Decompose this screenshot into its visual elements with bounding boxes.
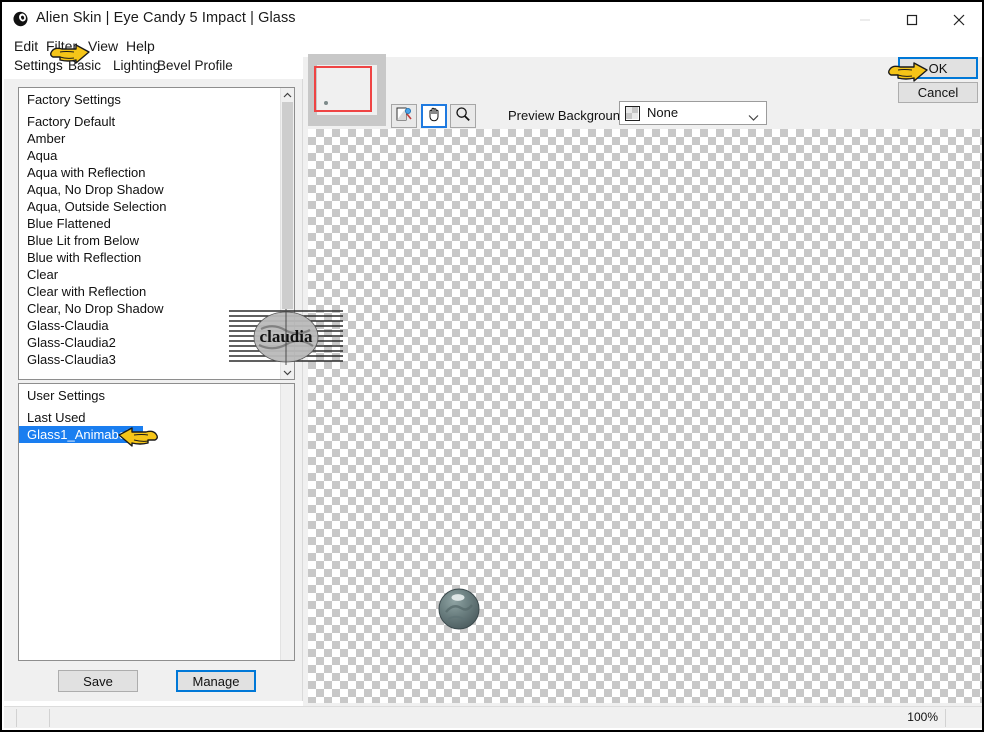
navigator-object-dot — [324, 101, 328, 105]
list-item-selected[interactable]: Glass1_Animabelle — [19, 426, 144, 443]
tab-bevel-profile[interactable]: Bevel Profile — [151, 57, 239, 74]
navigator-viewport-rect[interactable] — [314, 66, 372, 112]
list-item[interactable]: Glass-Claudia3 — [19, 351, 280, 368]
tab-basic[interactable]: Basic — [62, 57, 107, 74]
save-button[interactable]: Save — [58, 670, 138, 692]
title-bar: Alien Skin | Eye Candy 5 Impact | Glass — [4, 4, 982, 35]
preview-canvas[interactable] — [308, 129, 982, 703]
preview-background-value: None — [647, 105, 679, 120]
list-item[interactable]: Blue with Reflection — [19, 249, 280, 266]
close-button[interactable] — [936, 6, 982, 34]
preview-background-select[interactable]: None — [619, 101, 767, 125]
factory-settings-header: Factory Settings — [27, 92, 121, 107]
list-item[interactable]: Clear, No Drop Shadow — [19, 300, 280, 317]
zoom-level-indicator: 100% — [907, 710, 938, 724]
status-bar: 100% — [4, 706, 982, 728]
list-item[interactable]: Glass-Claudia — [19, 317, 280, 334]
menu-item-help[interactable]: Help — [122, 36, 159, 56]
manage-button[interactable]: Manage — [176, 670, 256, 692]
preview-toggle-tool-button[interactable] — [391, 104, 417, 128]
cancel-button[interactable]: Cancel — [898, 82, 978, 103]
alien-skin-logo-icon — [12, 10, 30, 28]
list-item[interactable]: Clear — [19, 266, 280, 283]
hand-tool-button[interactable] — [421, 104, 447, 128]
glass-sphere-preview — [438, 588, 480, 630]
checkerboard-swatch-icon — [625, 106, 640, 121]
color-picker-preview-icon — [396, 106, 413, 127]
menu-item-edit[interactable]: Edit — [10, 36, 42, 56]
hand-icon — [426, 106, 442, 127]
chevron-down-icon[interactable] — [748, 109, 759, 127]
scroll-down-icon[interactable] — [281, 365, 294, 379]
list-item[interactable]: Glass-Claudia2 — [19, 334, 280, 351]
window-title: Alien Skin | Eye Candy 5 Impact | Glass — [36, 10, 296, 26]
tab-settings[interactable]: Settings — [8, 57, 69, 76]
maximize-button[interactable] — [889, 6, 935, 34]
zoom-tool-button[interactable] — [450, 104, 476, 128]
list-item[interactable]: Aqua, No Drop Shadow — [19, 181, 280, 198]
list-item[interactable]: Aqua with Reflection — [19, 164, 280, 181]
menu-item-filter[interactable]: Filter — [42, 36, 81, 56]
list-item[interactable]: Clear with Reflection — [19, 283, 280, 300]
application-window: Alien Skin | Eye Candy 5 Impact | Glass … — [0, 0, 984, 732]
magnifier-icon — [455, 106, 471, 127]
user-settings-list[interactable]: User Settings Last Used Glass1_Animabelle — [18, 383, 295, 661]
scrollbar-thumb[interactable] — [282, 102, 293, 309]
navigator-thumbnail[interactable] — [308, 54, 386, 126]
tab-strip: Settings Basic Lighting Bevel Profile — [4, 57, 302, 79]
preview-background-label: Preview Background: — [508, 108, 631, 123]
menu-bar: Edit Filter View Help — [4, 34, 982, 56]
minimize-button[interactable] — [842, 6, 888, 34]
menu-item-view[interactable]: View — [84, 36, 122, 56]
list-item[interactable]: Factory Default — [19, 113, 280, 130]
list-item[interactable]: Aqua, Outside Selection — [19, 198, 280, 215]
factory-settings-list[interactable]: Factory Settings Factory Default Amber Aqua… — [18, 87, 295, 380]
user-settings-header: User Settings — [27, 388, 106, 403]
scroll-up-icon[interactable] — [281, 88, 294, 102]
list-item[interactable]: Blue Lit from Below — [19, 232, 280, 249]
factory-list-scrollbar[interactable] — [280, 88, 294, 379]
list-item[interactable]: Blue Flattened — [19, 215, 280, 232]
preview-panel: Preview Background: None — [303, 54, 982, 710]
settings-panel: Factory Settings Factory Default Amber Aqua… — [4, 79, 303, 701]
list-item[interactable]: Amber — [19, 130, 280, 147]
list-item[interactable]: Aqua — [19, 147, 280, 164]
list-item[interactable]: Last Used — [19, 410, 86, 425]
user-list-scrollbar[interactable] — [280, 384, 294, 660]
ok-button[interactable]: OK — [898, 57, 978, 79]
